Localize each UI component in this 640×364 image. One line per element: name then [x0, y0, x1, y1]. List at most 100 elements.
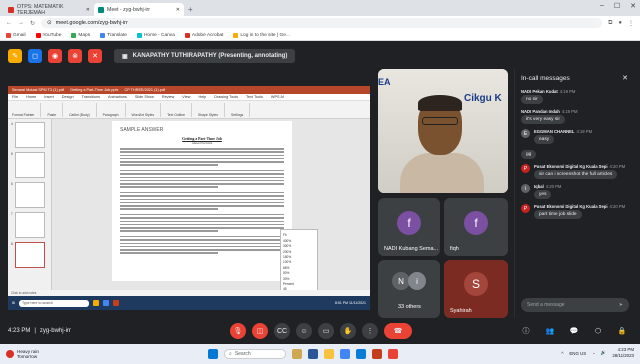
mic-off-icon[interactable]: 🎙	[230, 323, 246, 339]
ppt-menu-item[interactable]: Help	[198, 95, 206, 99]
ppt-tab[interactable]: CP THREE/2021 (1).pdf	[124, 88, 165, 92]
send-icon[interactable]: ➤	[619, 302, 623, 308]
slide-thumbnail[interactable]: 4	[11, 122, 48, 148]
zoom-option[interactable]: 400%	[283, 239, 315, 243]
zoom-option[interactable]: 300%	[283, 244, 315, 248]
minimize-icon[interactable]: –	[600, 2, 604, 10]
bookmark-canva[interactable]: Home - Canva	[136, 32, 175, 38]
slide-thumbnail[interactable]: 7	[11, 212, 48, 238]
info-icon[interactable]: ⓘ	[518, 323, 534, 339]
file-explorer-icon[interactable]	[324, 349, 334, 359]
participant-tile[interactable]: f fiqh	[444, 198, 508, 256]
stop-annotate-icon[interactable]: ⊗	[68, 49, 82, 63]
back-icon[interactable]: ←	[6, 20, 12, 26]
url-field[interactable]: ⊙ meet.google.com/zyg-bwhj-irr	[41, 18, 603, 28]
others-tile[interactable]: N i 33 others	[378, 260, 440, 318]
emoji-icon[interactable]: ☺	[296, 323, 312, 339]
ppt-menu-item[interactable]: Review	[162, 95, 174, 99]
ribbon-group[interactable]: Paragraph	[103, 102, 126, 117]
ribbon-group[interactable]: Text Outline	[167, 102, 192, 117]
ppt-menu-item[interactable]: Design	[62, 95, 74, 99]
task-view-icon[interactable]	[308, 349, 318, 359]
zoom-option[interactable]: 33%	[283, 277, 315, 281]
ppt-menu-item[interactable]: Animations	[108, 95, 127, 99]
extensions-icon[interactable]: ⧉	[608, 20, 612, 27]
zoom-option[interactable]: 200%	[283, 250, 315, 254]
weather-widget[interactable]: Heavy rain Tomorrow	[6, 349, 96, 359]
ribbon-group[interactable]: Shape Styles	[198, 102, 225, 117]
annotate-shape-icon[interactable]: ◻	[28, 49, 42, 63]
start-icon[interactable]	[208, 349, 218, 359]
ppt-menu-item[interactable]: Insert	[44, 95, 54, 99]
widgets-icon[interactable]	[292, 349, 302, 359]
bookmark-youtube[interactable]: YouTube	[35, 32, 61, 38]
bookmark-translate[interactable]: Translate	[100, 32, 127, 38]
camera-off-icon[interactable]: ◫	[252, 323, 268, 339]
annotate-pen-icon[interactable]: ✎	[8, 49, 22, 63]
slide-thumbnail[interactable]: 5	[11, 152, 48, 178]
activities-icon[interactable]: ⬡	[590, 323, 606, 339]
zoom-option[interactable]: 66%	[283, 266, 315, 270]
send-message-input[interactable]: Send a message ➤	[521, 298, 629, 312]
language-indicator[interactable]: ENG US	[569, 351, 586, 356]
participant-tile[interactable]: S Syahirah	[444, 260, 508, 318]
ppt-menu-item[interactable]: View	[182, 95, 190, 99]
chat-icon[interactable]: 💬	[566, 323, 582, 339]
ppt-menu-item[interactable]: WPS AI	[271, 95, 284, 99]
captions-icon[interactable]: CC	[274, 323, 290, 339]
ppt-menu-item[interactable]: File	[12, 95, 18, 99]
browser-tab-otps[interactable]: OTPS: MATEMATIK TERJEMAH ✕	[4, 3, 94, 16]
edge-icon[interactable]	[356, 349, 366, 359]
people-icon[interactable]: 👥	[542, 323, 558, 339]
wifi-icon[interactable]: ◔	[592, 351, 595, 356]
ppt-menu-item[interactable]: Transitions	[82, 95, 100, 99]
ribbon-group[interactable]: Paste	[47, 102, 64, 117]
lock-icon[interactable]: 🔒	[614, 323, 630, 339]
bookmark-gmail[interactable]: Gmail	[6, 32, 26, 38]
notes-hint[interactable]: Click to add notes	[11, 291, 36, 295]
bookmark-maps[interactable]: Maps	[71, 32, 90, 38]
chrome-icon[interactable]	[340, 349, 350, 359]
reload-icon[interactable]: ↻	[30, 20, 35, 27]
tab-close-icon[interactable]: ✕	[176, 7, 180, 13]
ribbon-group[interactable]: Settings	[231, 102, 251, 117]
zoom-option[interactable]: 150%	[283, 255, 315, 259]
volume-icon[interactable]: 🔊	[601, 350, 606, 356]
ppt-tab[interactable]: Getting a Part-Time Job.pptx	[70, 88, 118, 92]
tab-close-icon[interactable]: ✕	[86, 7, 90, 13]
ribbon-group[interactable]: Calibri (Body)	[69, 102, 97, 117]
zoom-option[interactable]: 50%	[283, 271, 315, 275]
zoom-option[interactable]: 100%	[283, 260, 315, 264]
ppt-menu-item[interactable]: Text Tools	[246, 95, 263, 99]
ribbon-group[interactable]: Format Painter	[12, 102, 42, 117]
maximize-icon[interactable]: ☐	[614, 2, 620, 10]
profile-icon[interactable]: ●	[618, 20, 622, 26]
bookmark-acrobat[interactable]: Adobe Acrobat	[184, 32, 223, 38]
taskbar-search[interactable]: ⌕ Search	[224, 349, 286, 359]
ppt-menu-item[interactable]: Home	[26, 95, 36, 99]
ppt-menu-item[interactable]: Slide Show	[135, 95, 154, 99]
taskbar-clock[interactable]: 4:23 PM 28/11/2023	[612, 347, 634, 359]
close-icon[interactable]: ✕	[622, 74, 628, 82]
raise-hand-icon[interactable]: ✋	[340, 323, 356, 339]
close-window-icon[interactable]: ✕	[630, 2, 636, 10]
slide-thumbnail[interactable]: 6	[11, 182, 48, 208]
participant-tile[interactable]: f NADI Kubang Sema...	[378, 198, 440, 256]
tray-chevron-icon[interactable]: ^	[561, 351, 563, 356]
forward-icon[interactable]: →	[18, 20, 24, 26]
bookmark-login[interactable]: Log in to the site | Ge...	[233, 32, 290, 38]
present-icon[interactable]: ▭	[318, 323, 334, 339]
clear-annotations-icon[interactable]: ✕	[88, 49, 102, 63]
menu-icon[interactable]: ⋮	[628, 20, 634, 27]
leave-call-button[interactable]: ☎	[384, 323, 412, 339]
speaker-tile[interactable]: EA Cikgu K	[378, 69, 508, 193]
app-icon[interactable]	[388, 349, 398, 359]
ribbon-group[interactable]: WordArt Styles	[132, 102, 162, 117]
slide-thumbnail[interactable]: 8	[11, 242, 48, 268]
new-tab-button[interactable]: +	[188, 5, 193, 14]
slide[interactable]: SAMPLE ANSWER Getting a Part-Time Job Ah…	[112, 121, 292, 281]
browser-tab-meet[interactable]: Meet - zyg-bwhj-irr ✕	[94, 3, 184, 16]
more-options-icon[interactable]: ⋮	[362, 323, 378, 339]
ppt-menu-item[interactable]: Drawing Tools	[214, 95, 238, 99]
annotate-eraser-icon[interactable]: ◉	[48, 49, 62, 63]
